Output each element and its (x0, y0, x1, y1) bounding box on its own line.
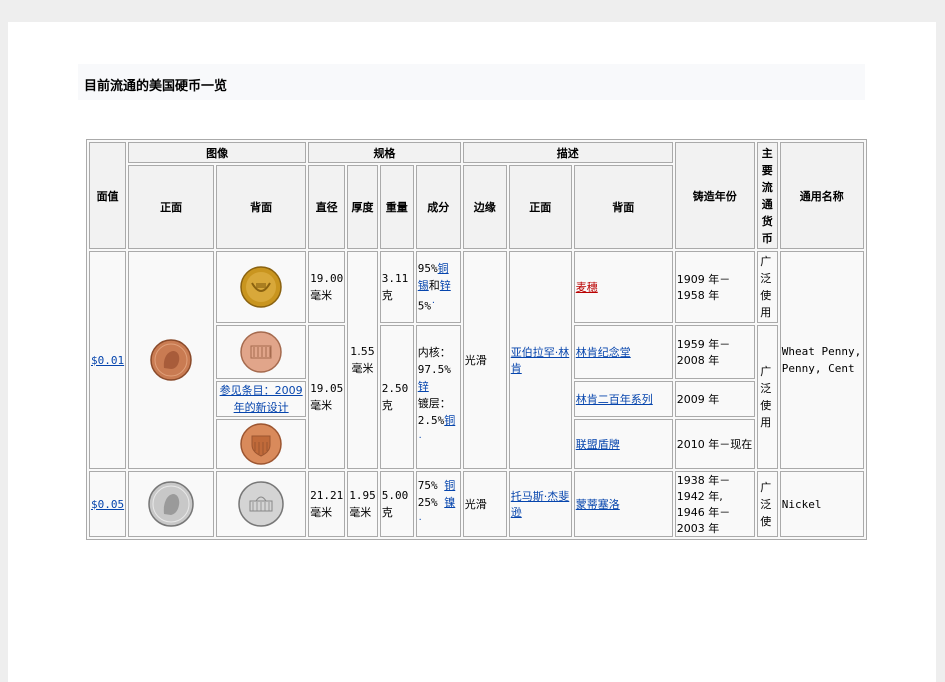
penny-thickness: 1.55毫米 (347, 251, 378, 469)
penny-diameter-a: 19.00毫米 (308, 251, 346, 323)
header-face-value: 面值 (89, 142, 127, 249)
reverse-desc-cell: 麦穗 (573, 251, 673, 323)
header-spec: 规格 (308, 142, 461, 163)
monticello-link[interactable]: 蒙蒂塞洛 (576, 498, 620, 511)
header-desc: 描述 (462, 142, 673, 163)
page-title: 目前流通的美国硬币一览 (84, 79, 228, 94)
years-cell: 2009 年 (674, 381, 755, 417)
monticello-reverse-icon[interactable] (237, 480, 285, 528)
circulation-a: 广泛使用 (756, 251, 778, 323)
header-mass: 重量 (379, 165, 414, 249)
penny-diameter-b: 19.05毫米 (308, 325, 346, 469)
penny-value-cell: $0.01 (89, 251, 127, 469)
nickel-common-name: Nickel (779, 471, 864, 537)
nickel-mass: 5.00克 (379, 471, 414, 537)
header-diameter: 直径 (308, 165, 346, 249)
penny-composition-b: 内核：97.5% 锌 镀层：2.5%铜· (415, 325, 461, 469)
nickel-composition: 75% 铜 25% 镍 · (415, 471, 461, 537)
table-row: $0.05 21.21毫米 1.95毫米 5.00克 75% 铜 25% 镍 · … (89, 471, 864, 537)
nickel-value-link[interactable]: $0.05 (91, 498, 124, 511)
header-reverse: 背面 (216, 165, 307, 249)
penny-mass-b: 2.50克 (379, 325, 414, 469)
nickel-circulation: 广泛使 (756, 471, 778, 537)
header-common-name: 通用名称 (779, 142, 864, 249)
tin-link[interactable]: 锡 (418, 279, 429, 292)
header-years: 铸造年份 (674, 142, 755, 249)
wheat-reverse-cell (216, 251, 307, 323)
see-also-cell: 参见条目：2009年的新设计 (216, 381, 307, 417)
reverse-desc-cell: 联盟盾牌 (573, 419, 673, 469)
nickel-years: 1938 年－1942 年, 1946 年－2003 年 (674, 471, 755, 537)
years-cell: 1909 年－1958 年 (674, 251, 755, 323)
penny-common-name: Wheat Penny, Penny, Cent (779, 251, 864, 469)
header-image: 图像 (128, 142, 307, 163)
copper-link[interactable]: 铜 (438, 262, 449, 275)
memorial-reverse-cell (216, 325, 307, 379)
header-desc-reverse: 背面 (573, 165, 673, 249)
coin-table: 面值 图像 规格 描述 铸造年份 主要流通货币 通用名称 正面 背面 直径 厚度… (86, 139, 867, 540)
years-cell: 2010 年－现在 (674, 419, 755, 469)
header-edge: 边缘 (462, 165, 507, 249)
header-composition: 成分 (415, 165, 461, 249)
zinc-core-link[interactable]: 锌 (418, 380, 429, 393)
nickel-reverse-desc-cell: 蒙蒂塞洛 (573, 471, 673, 537)
wheat-ears-link[interactable]: 麦穗 (576, 281, 598, 294)
bicentennial-link[interactable]: 林肯二百年系列 (576, 393, 653, 406)
nickel-copper-link[interactable]: 铜 (444, 479, 455, 492)
nickel-reverse-cell (216, 471, 307, 537)
jefferson-nickel-obverse-icon[interactable] (147, 480, 195, 528)
nickel-thickness: 1.95毫米 (347, 471, 378, 537)
header-circulation: 主要流通货币 (756, 142, 778, 249)
zinc-link[interactable]: 锌 (440, 279, 451, 292)
nickel-obverse-desc-cell: 托马斯·杰斐逊 (508, 471, 572, 537)
nickel-value-cell: $0.05 (89, 471, 127, 537)
table-row: $0.01 19.00毫米 1.55毫米 3.11克 95%铜 锡和锌 5%· (89, 251, 864, 469)
penny-edge: 光滑 (462, 251, 507, 469)
header-row-1: 面值 图像 规格 描述 铸造年份 主要流通货币 通用名称 (89, 142, 864, 249)
nickel-edge: 光滑 (462, 471, 507, 537)
thomas-jefferson-link[interactable]: 托马斯·杰斐逊 (511, 490, 570, 519)
years-cell: 1959 年－2008 年 (674, 325, 755, 379)
copper-plate-link[interactable]: 铜 (444, 414, 455, 427)
nickel-metal-link[interactable]: 镍 (444, 496, 455, 509)
header-desc-obverse: 正面 (508, 165, 572, 249)
reverse-desc-cell: 林肯二百年系列 (573, 381, 673, 417)
union-shield-reverse-icon[interactable] (239, 422, 283, 466)
penny-mass-a: 3.11克 (379, 251, 414, 323)
lincoln-memorial-link[interactable]: 林肯纪念堂 (576, 346, 631, 359)
see-also-link[interactable]: 参见条目：2009年的新设计 (220, 384, 303, 414)
reverse-desc-cell: 林肯纪念堂 (573, 325, 673, 379)
wheat-cent-reverse-icon[interactable] (239, 265, 283, 309)
penny-obverse-cell (128, 251, 215, 469)
header-thickness: 厚度 (347, 165, 378, 249)
nickel-obverse-cell (128, 471, 215, 537)
header-obverse: 正面 (128, 165, 215, 249)
penny-obverse-desc-cell: 亚伯拉罕·林肯 (508, 251, 572, 469)
union-shield-link[interactable]: 联盟盾牌 (576, 438, 620, 451)
nickel-diameter: 21.21毫米 (308, 471, 346, 537)
abraham-lincoln-link[interactable]: 亚伯拉罕·林肯 (511, 346, 570, 375)
circulation-b: 广泛使用 (756, 325, 778, 469)
penny-value-link[interactable]: $0.01 (91, 354, 124, 367)
shield-reverse-cell (216, 419, 307, 469)
lincoln-memorial-reverse-icon[interactable] (239, 330, 283, 374)
lincoln-cent-obverse-icon[interactable] (149, 338, 193, 382)
penny-composition-a: 95%铜 锡和锌 5%· (415, 251, 461, 323)
